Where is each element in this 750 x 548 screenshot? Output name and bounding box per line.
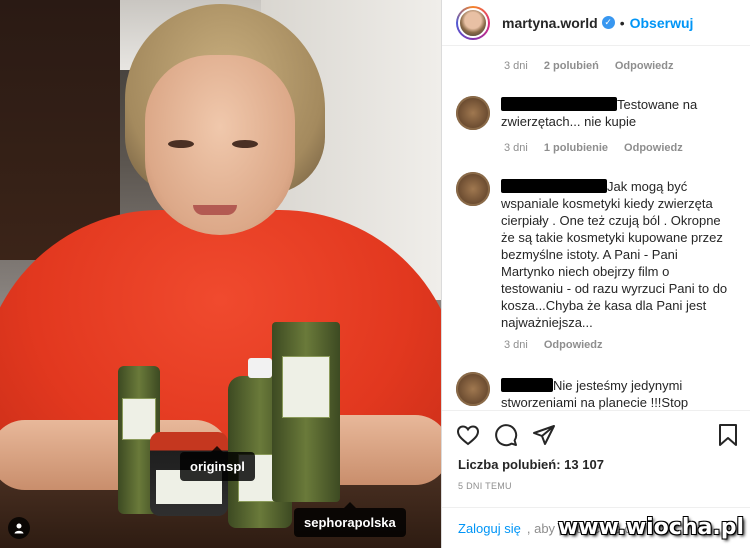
login-link[interactable]: Zaloguj się: [458, 521, 521, 536]
heart-icon[interactable]: [456, 423, 480, 452]
photo-eye: [168, 140, 194, 148]
site-watermark: www.wiocha.pl: [557, 515, 744, 540]
commenter-avatar[interactable]: [456, 372, 490, 406]
photo-eye: [232, 140, 258, 148]
comment-body: Jak mogą być wspaniale kosmetyki kiedy z…: [501, 179, 728, 330]
share-icon[interactable]: [532, 423, 556, 452]
commenter-avatar[interactable]: [456, 172, 490, 206]
commenter-avatar[interactable]: [456, 96, 490, 130]
comment-likes-link[interactable]: 2 polubień: [544, 60, 599, 72]
comment-meta: 3 dni 2 polubień Odpowiedz: [504, 60, 674, 72]
user-tag-icon[interactable]: [8, 517, 30, 539]
comment-time: 3 dni: [504, 339, 528, 351]
post-header: martyna.world ✓ • Obserwuj: [442, 0, 750, 46]
comment-meta: 3 dni 1 polubienie Odpowiedz: [504, 142, 683, 154]
comment-text: Testowane na zwierzętach... nie kupie: [501, 96, 731, 130]
avatar[interactable]: [456, 5, 490, 40]
likes-count[interactable]: Liczba polubień: 13 107: [458, 457, 604, 472]
comment-likes-link[interactable]: 1 polubienie: [544, 142, 608, 154]
comment-time: 3 dni: [504, 60, 528, 72]
separator-dot: •: [619, 14, 625, 31]
product-serum-box: [272, 322, 340, 502]
follow-button[interactable]: Obserwuj: [630, 15, 694, 31]
comment-text: Nie jesteśmy jedynymi stworzeniami na pl…: [501, 377, 731, 410]
post-photo[interactable]: originspl sephorapolska: [0, 0, 441, 548]
post-timestamp: 5 DNI TEMU: [458, 481, 512, 491]
redacted-username: [501, 97, 617, 111]
comment-text: Jak mogą być wspaniale kosmetyki kiedy z…: [501, 178, 731, 331]
username-link[interactable]: martyna.world: [502, 15, 598, 31]
bookmark-icon[interactable]: [717, 423, 739, 452]
comments-list: 3 dni 2 polubień Odpowiedz Testowane na …: [442, 46, 750, 410]
comment-meta: 3 dni Odpowiedz: [504, 339, 603, 351]
comment-time: 3 dni: [504, 142, 528, 154]
verified-badge-icon: ✓: [601, 16, 615, 29]
post-sidebar: martyna.world ✓ • Obserwuj 3 dni 2 polub…: [441, 0, 750, 548]
comment-icon[interactable]: [494, 423, 518, 452]
reply-button[interactable]: Odpowiedz: [615, 60, 674, 72]
product-tag-sephorapolska[interactable]: sephorapolska: [294, 502, 406, 537]
reply-button[interactable]: Odpowiedz: [624, 142, 683, 154]
photo-mouth: [193, 205, 237, 215]
action-icons: [456, 423, 556, 452]
reply-button[interactable]: Odpowiedz: [544, 339, 603, 351]
product-tag-originspl[interactable]: originspl: [180, 446, 255, 481]
redacted-username: [501, 179, 607, 193]
redacted-username: [501, 378, 553, 392]
